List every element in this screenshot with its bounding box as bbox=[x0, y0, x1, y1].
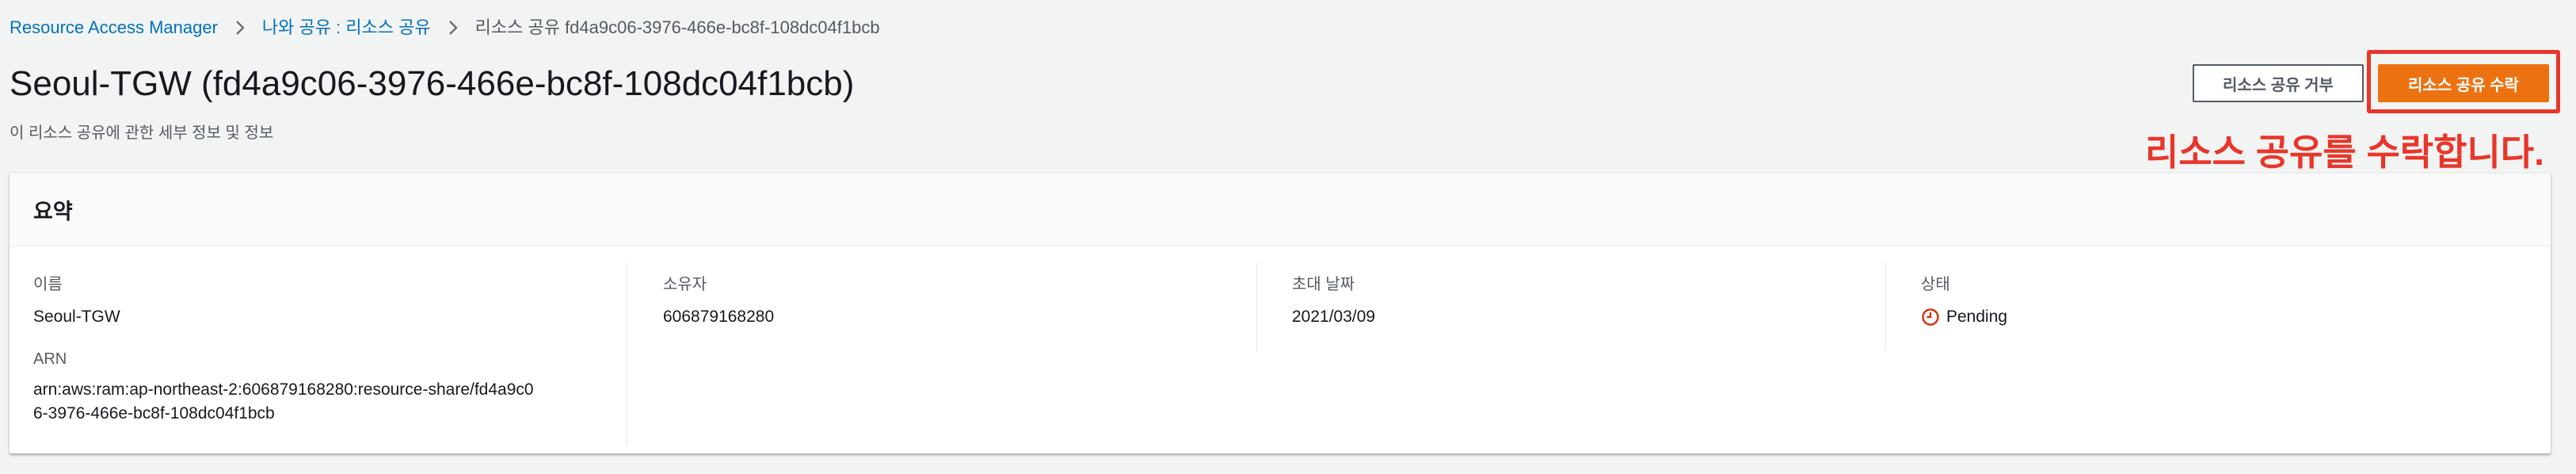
clock-icon bbox=[1921, 308, 1940, 327]
reject-resource-share-button[interactable]: 리소스 공유 거부 bbox=[2193, 64, 2364, 102]
status-indicator: Pending bbox=[1921, 305, 2515, 329]
summary-column-invite-date: 초대 날짜 2021/03/09 bbox=[1268, 262, 1886, 351]
accept-annotation-text: 리소스 공유를 수락합니다. bbox=[2145, 132, 2544, 173]
breadcrumb-shared-with-me[interactable]: 나와 공유 : 리소스 공유 bbox=[262, 16, 431, 40]
summary-column-name: 이름 Seoul-TGW ARN arn:aws:ram:ap-northeas… bbox=[10, 262, 627, 446]
summary-column-owner: 소유자 606879168280 bbox=[639, 262, 1257, 351]
resource-share-detail-page: Resource Access Manager 나와 공유 : 리소스 공유 리… bbox=[0, 0, 2576, 474]
name-value: Seoul-TGW bbox=[33, 308, 120, 326]
page-title: Seoul-TGW (fd4a9c06-3976-466e-bc8f-108dc… bbox=[10, 64, 855, 103]
arn-label: ARN bbox=[33, 350, 67, 368]
name-label: 이름 bbox=[33, 276, 63, 293]
breadcrumb-resource-access-manager[interactable]: Resource Access Manager bbox=[10, 16, 218, 40]
summary-column-status: 상태 Pending bbox=[1897, 262, 2515, 351]
status-value: Pending bbox=[1946, 308, 2008, 326]
summary-panel: 요약 이름 Seoul-TGW ARN arn:aws:ram:ap-north… bbox=[10, 173, 2551, 453]
summary-panel-title: 요약 bbox=[33, 200, 73, 224]
breadcrumb-current-resource-share: 리소스 공유 fd4a9c06-3976-466e-bc8f-108dc04f1… bbox=[474, 17, 880, 37]
owner-label: 소유자 bbox=[663, 276, 707, 293]
summary-panel-header: 요약 bbox=[10, 174, 2551, 247]
invite-date-label: 초대 날짜 bbox=[1292, 276, 1355, 293]
chevron-right-icon bbox=[218, 16, 262, 40]
summary-panel-body: 이름 Seoul-TGW ARN arn:aws:ram:ap-northeas… bbox=[10, 247, 2551, 454]
chevron-right-icon bbox=[431, 16, 475, 40]
page-description: 이 리소스 공유에 관한 세부 정보 및 정보 bbox=[10, 124, 274, 142]
breadcrumb: Resource Access Manager 나와 공유 : 리소스 공유 리… bbox=[10, 16, 880, 40]
status-label: 상태 bbox=[1921, 276, 1950, 293]
owner-value: 606879168280 bbox=[663, 308, 775, 326]
invite-date-value: 2021/03/09 bbox=[1292, 308, 1376, 326]
arn-value: arn:aws:ram:ap-northeast-2:606879168280:… bbox=[33, 380, 534, 422]
accept-button-highlight-box bbox=[2367, 50, 2560, 113]
